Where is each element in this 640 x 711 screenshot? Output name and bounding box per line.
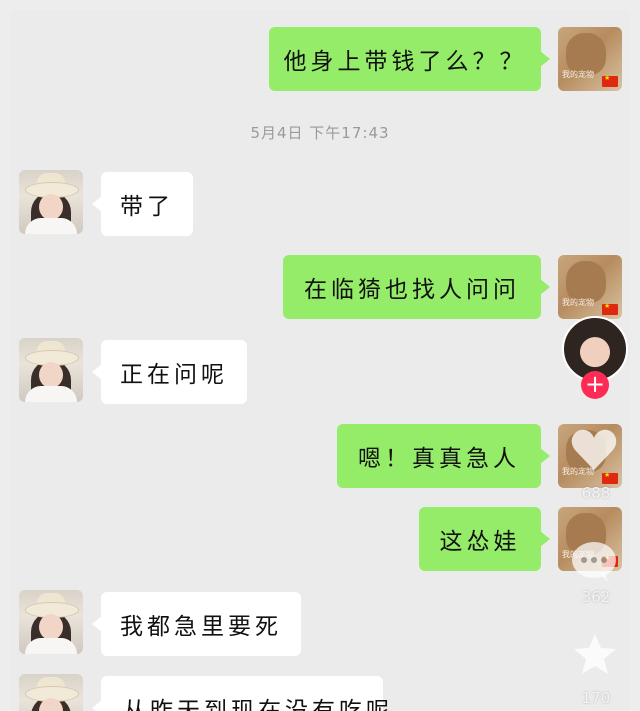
share-count: 170 — [581, 689, 611, 707]
star-icon[interactable] — [572, 632, 618, 680]
contact-avatar[interactable] — [19, 590, 83, 654]
contact-avatar[interactable] — [19, 170, 83, 234]
message-timestamp: 5月4日 下午17:43 — [250, 124, 390, 142]
message-bubble-received: 从昨天到现在没有吃呢 — [92, 676, 389, 711]
comment-count: 362 — [581, 588, 611, 606]
contact-avatar[interactable] — [19, 674, 83, 711]
comment-icon[interactable] — [570, 540, 618, 588]
self-avatar[interactable]: 我的宠物 — [558, 27, 622, 91]
message-bubble-received: 我都急里要死 — [92, 592, 301, 656]
message-bubble-received: 带了 — [92, 172, 193, 236]
message-bubble-sent: 他身上带钱了么？？ — [269, 27, 550, 91]
china-flag-icon — [602, 74, 618, 87]
china-flag-icon — [602, 302, 618, 315]
heart-icon[interactable] — [570, 428, 618, 476]
message-bubble-sent: 嗯！真真急人 — [337, 424, 550, 488]
like-count: 688 — [581, 484, 611, 502]
message-bubble-sent: 这怂娃 — [419, 507, 550, 571]
chat-screenshot: 他身上带钱了么？？ 我的宠物 5月4日 下午17:43 带了 在临猗也找人问问 … — [10, 10, 630, 711]
contact-avatar[interactable] — [19, 338, 83, 402]
follow-button[interactable]: + — [581, 371, 609, 399]
self-avatar[interactable]: 我的宠物 — [558, 255, 622, 319]
message-bubble-received: 正在问呢 — [92, 340, 247, 404]
message-bubble-sent: 在临猗也找人问问 — [283, 255, 550, 319]
